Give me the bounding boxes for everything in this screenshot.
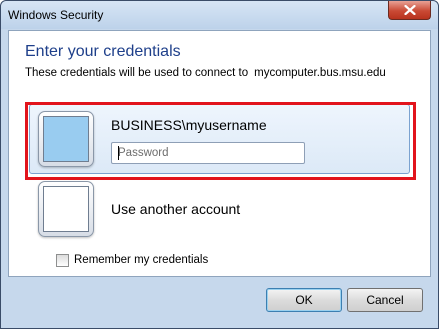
other-account-avatar-frame[interactable] bbox=[38, 181, 94, 237]
cancel-button[interactable]: Cancel bbox=[347, 288, 423, 312]
ok-button[interactable]: OK bbox=[266, 288, 342, 312]
credential-username: BUSINESS\myusername bbox=[111, 117, 267, 133]
dialog-content: Enter your credentials These credentials… bbox=[8, 30, 431, 277]
close-button[interactable] bbox=[388, 1, 431, 20]
subtext-label: These credentials will be used to connec… bbox=[25, 67, 249, 79]
remember-credentials-label[interactable]: Remember my credentials bbox=[74, 254, 208, 266]
other-account-avatar bbox=[43, 186, 89, 232]
title-bar[interactable]: Windows Security bbox=[1, 1, 438, 29]
remember-credentials-checkbox[interactable] bbox=[56, 253, 69, 267]
password-field[interactable] bbox=[111, 142, 305, 164]
user-avatar-frame bbox=[38, 111, 94, 167]
remember-credentials-row[interactable]: Remember my credentials bbox=[56, 252, 208, 268]
windows-security-dialog: Windows Security Enter your credentials … bbox=[0, 0, 439, 329]
user-avatar bbox=[43, 116, 89, 162]
dialog-subtext: These credentials will be used to connec… bbox=[25, 67, 386, 79]
window-title: Windows Security bbox=[8, 8, 104, 22]
text-caret bbox=[118, 146, 119, 160]
close-x-icon bbox=[403, 5, 416, 15]
dialog-heading: Enter your credentials bbox=[25, 43, 181, 60]
use-another-account-option[interactable]: Use another account bbox=[111, 201, 240, 217]
host-name: mycomputer.bus.msu.edu bbox=[254, 67, 386, 79]
